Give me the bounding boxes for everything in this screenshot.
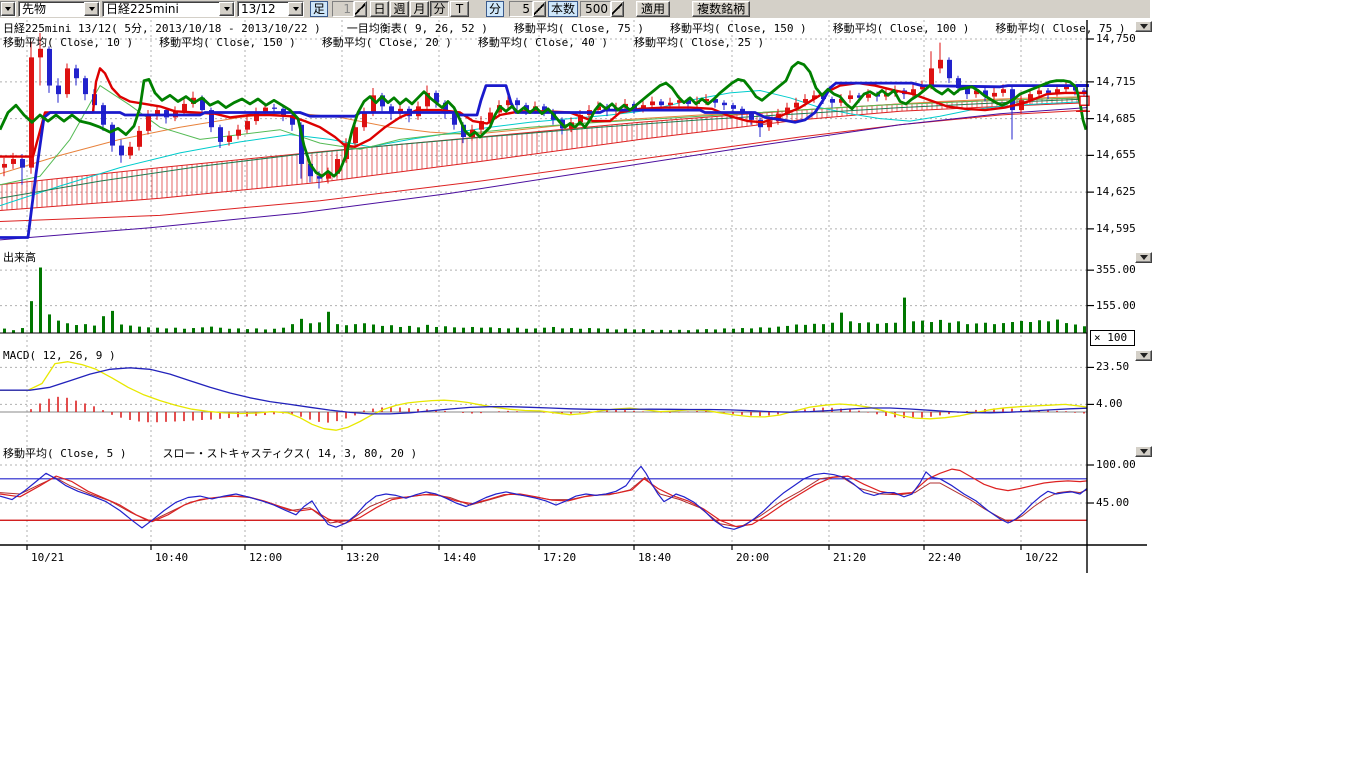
chart-area: 日経225mini 13/12( 5分, 2013/10/18 - 2013/1… (0, 0, 1366, 768)
x-axis-label: 14:40 (443, 551, 476, 564)
chevron-down-icon (1140, 255, 1148, 264)
x-axis-label: 18:40 (638, 551, 671, 564)
macd-pane-menu-button[interactable] (1135, 350, 1152, 361)
chevron-down-icon (1140, 449, 1148, 458)
chevron-down-icon (1140, 24, 1148, 33)
price-axis-label: 14,595 (1096, 222, 1136, 235)
legend-item: 移動平均( Close, 100 ) (833, 20, 970, 36)
stoch-axis-label: 100.00 (1096, 458, 1136, 471)
volume-multiplier-badge: × 100 (1090, 330, 1135, 346)
volume-axis-label: 355.00 (1096, 263, 1136, 276)
stoch-pane-label: 移動平均( Close, 5 ) スロー・ストキャスティクス( 14, 3, 80… (3, 445, 417, 461)
price-axis-label: 14,750 (1096, 32, 1136, 45)
legend-item: 移動平均( Close, 40 ) (478, 34, 608, 50)
volume-pane-menu-button[interactable] (1135, 252, 1152, 263)
volume-pane-label: 出来高 (3, 249, 36, 265)
stoch-axis-label: 45.00 (1096, 496, 1129, 509)
stoch-pane-menu-button[interactable] (1135, 446, 1152, 457)
price-axis-label: 14,685 (1096, 112, 1136, 125)
price-pane-menu-button[interactable] (1135, 21, 1152, 32)
x-axis-label: 12:00 (249, 551, 282, 564)
legend-row-2: 移動平均( Close, 10 ) 移動平均( Close, 150 ) 移動平均(… (3, 34, 764, 50)
stoch-indicator-label: スロー・ストキャスティクス( 14, 3, 80, 20 ) (162, 447, 417, 460)
volume-axis-label: 155.00 (1096, 299, 1136, 312)
x-axis-label: 17:20 (543, 551, 576, 564)
trading-chart-window: 先物 日経225mini 13/12 足 1 日週月分T 分 5 本数 500 … (0, 0, 1366, 768)
price-axis-label: 14,655 (1096, 148, 1136, 161)
x-axis-label: 21:20 (833, 551, 866, 564)
x-axis-label: 10:40 (155, 551, 188, 564)
chart-canvas[interactable] (0, 0, 1366, 600)
price-axis-label: 14,625 (1096, 185, 1136, 198)
macd-axis-label: 23.50 (1096, 360, 1129, 373)
macd-axis-label: 4.00 (1096, 397, 1123, 410)
x-axis-label: 10/21 (31, 551, 64, 564)
legend-item: 移動平均( Close, 10 ) (3, 34, 133, 50)
macd-pane-label: MACD( 12, 26, 9 ) (3, 349, 116, 362)
x-axis-label: 10/22 (1025, 551, 1058, 564)
legend-item: 移動平均( Close, 150 ) (159, 34, 296, 50)
x-axis-label: 22:40 (928, 551, 961, 564)
legend-item: 移動平均( Close, 25 ) (634, 34, 764, 50)
price-axis-label: 14,715 (1096, 75, 1136, 88)
stoch-ma-label: 移動平均( Close, 5 ) (3, 447, 126, 460)
x-axis-label: 20:00 (736, 551, 769, 564)
chevron-down-icon (1140, 353, 1148, 362)
legend-item: 移動平均( Close, 20 ) (322, 34, 452, 50)
x-axis-label: 13:20 (346, 551, 379, 564)
